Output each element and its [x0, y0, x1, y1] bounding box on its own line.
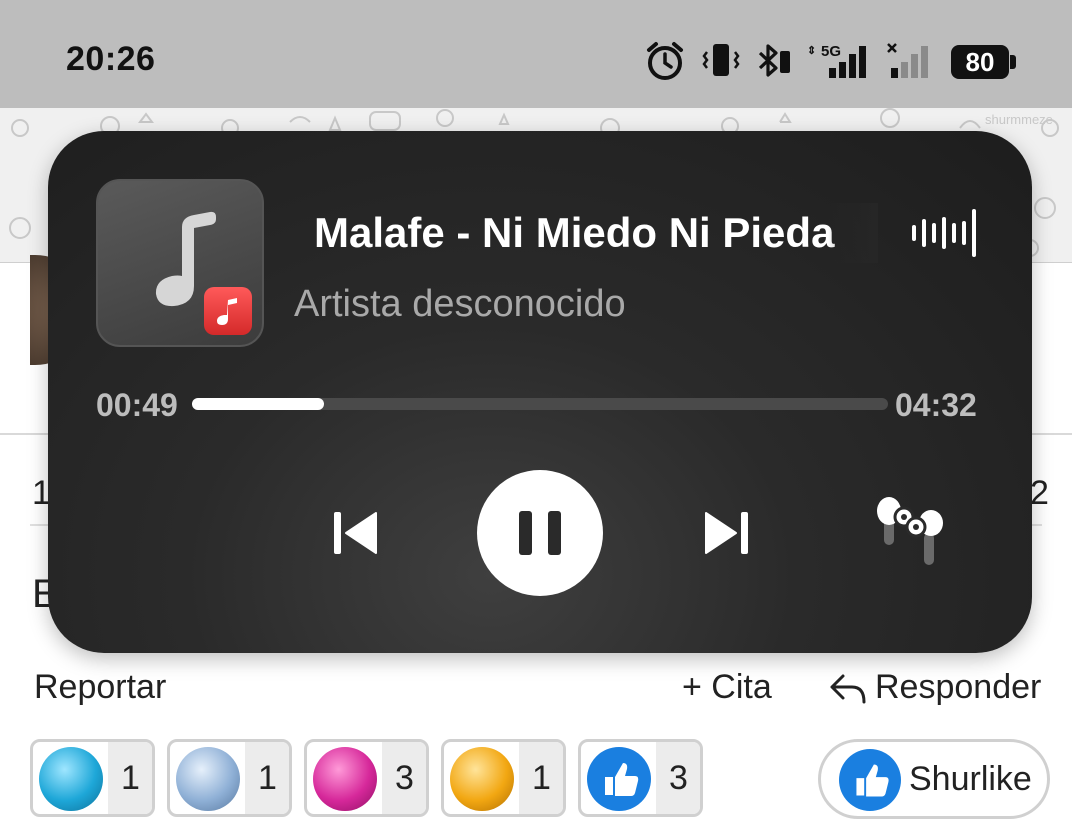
blue-diamond-icon [39, 747, 103, 811]
audio-wave-icon [912, 209, 976, 257]
vibrate-icon [702, 44, 740, 76]
reaction-silver-diamond[interactable]: 1 [167, 739, 292, 817]
shurlike-button[interactable]: Shurlike [818, 739, 1050, 819]
network-label: 5G [821, 43, 841, 60]
track-title-container: Malafe - Ni Miedo Ni Pieda [294, 203, 878, 263]
reaction-count: 3 [382, 742, 426, 814]
signal-5g-icon: ⇕ 5G [807, 43, 866, 78]
gold-diamond-icon [450, 747, 514, 811]
post-peek-right: 2 [1030, 474, 1049, 512]
badge-note-glyph [217, 298, 237, 325]
music-app-badge-icon [204, 287, 252, 335]
reaction-pink-diamond[interactable]: 3 [304, 739, 429, 817]
progress-bar[interactable] [192, 398, 888, 410]
earbuds-output-icon[interactable] [874, 493, 950, 573]
reaction-gold-diamond[interactable]: 1 [441, 739, 566, 817]
reply-icon[interactable] [828, 672, 868, 706]
report-link[interactable]: Reportar [34, 668, 166, 707]
signal-no-sim-icon [887, 43, 928, 78]
thumbs-up-icon [587, 747, 651, 811]
status-bar: 20:26 ⇕ 5G 80 [0, 0, 1072, 108]
reaction-count: 1 [108, 742, 152, 814]
pause-icon [519, 511, 561, 555]
alarm-icon [647, 42, 683, 80]
pattern-watermark: shurmmeze [985, 112, 1053, 127]
previous-track-icon[interactable] [330, 507, 382, 559]
silver-diamond-icon [176, 747, 240, 811]
reaction-count: 3 [656, 742, 700, 814]
svg-text:⇕: ⇕ [807, 45, 816, 57]
pause-button[interactable] [477, 470, 603, 596]
quote-button[interactable]: + Cita [682, 668, 772, 707]
battery-tip [1010, 55, 1016, 69]
bluetooth-icon [758, 44, 790, 77]
reaction-count: 1 [519, 742, 563, 814]
title-fade [828, 203, 878, 263]
thumbs-up-glyph [856, 764, 889, 797]
shurlike-label: Shurlike [909, 760, 1032, 798]
track-title: Malafe - Ni Miedo Ni Pieda [314, 209, 835, 256]
reaction-thumbs-up[interactable]: 3 [578, 739, 703, 817]
total-duration: 04:32 [895, 387, 977, 423]
thumbs-up-icon [839, 749, 901, 811]
elapsed-time: 00:49 [96, 387, 178, 423]
status-time: 20:26 [66, 40, 156, 78]
reaction-count: 1 [245, 742, 289, 814]
pink-diamond-icon [313, 747, 377, 811]
album-art[interactable] [96, 179, 264, 347]
next-track-icon[interactable] [700, 507, 752, 559]
track-artist: Artista desconocido [294, 283, 626, 325]
battery-level: 80 [951, 45, 1009, 79]
reply-button[interactable]: Responder [875, 668, 1041, 707]
music-player-popup[interactable]: Malafe - Ni Miedo Ni Pieda Artista desco… [48, 131, 1032, 653]
reaction-blue-diamond[interactable]: 1 [30, 739, 155, 817]
thumbs-up-glyph [605, 763, 639, 796]
progress-fill [192, 398, 325, 410]
